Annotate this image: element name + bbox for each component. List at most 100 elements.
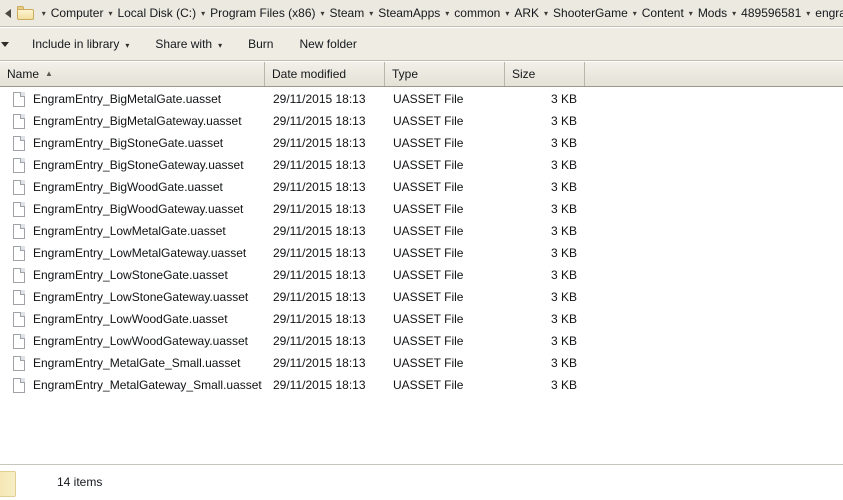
breadcrumb-separator-icon[interactable]: ▾ xyxy=(542,7,550,21)
breadcrumb-separator-icon[interactable]: ▾ xyxy=(730,7,738,21)
breadcrumb-separator-icon[interactable]: ▾ xyxy=(503,7,511,21)
breadcrumb-separator-icon[interactable]: ▾ xyxy=(106,7,114,21)
file-name-cell[interactable]: EngramEntry_MetalGateway_Small.uasset xyxy=(0,377,265,393)
file-name-cell[interactable]: EngramEntry_BigStoneGate.uasset xyxy=(0,135,265,151)
file-size-cell: 3 KB xyxy=(550,224,577,238)
file-type-cell: UASSET File xyxy=(393,180,464,194)
column-header-row: Name ▲ Date modified Type Size xyxy=(0,62,843,87)
column-header-type[interactable]: Type xyxy=(385,62,505,86)
document-file-icon xyxy=(13,245,25,261)
file-name-cell[interactable]: EngramEntry_BigStoneGateway.uasset xyxy=(0,157,265,173)
chevron-down-icon[interactable]: ▾ xyxy=(125,38,129,53)
file-name-label: EngramEntry_BigStoneGate.uasset xyxy=(33,135,224,150)
chevron-left-icon[interactable] xyxy=(2,8,16,18)
file-name-label: EngramEntry_LowMetalGate.uasset xyxy=(33,223,226,238)
breadcrumb-separator-icon[interactable]: ▾ xyxy=(367,7,375,21)
file-size-cell: 3 KB xyxy=(550,158,577,172)
toolbar-button-label: New folder xyxy=(299,36,357,51)
document-file-icon xyxy=(13,333,25,349)
breadcrumb-item-mods[interactable]: Mods xyxy=(695,5,730,21)
breadcrumb-separator-icon[interactable]: ▾ xyxy=(319,7,327,21)
file-type-cell: UASSET File xyxy=(393,202,464,216)
organize-menu-caret-icon[interactable] xyxy=(0,41,13,47)
file-name-cell[interactable]: EngramEntry_LowWoodGateway.uasset xyxy=(0,333,265,349)
toolbar-button-share-with[interactable]: Share with ▾ xyxy=(148,34,229,55)
file-row[interactable]: EngramEntry_BigWoodGateway.uasset 29/11/2… xyxy=(0,198,843,220)
explorer-window: ▾ Computer ▾ Local Disk (C:) ▾ Program Files … xyxy=(0,0,843,500)
breadcrumb-item-shootergame[interactable]: ShooterGame xyxy=(550,5,631,21)
breadcrumb-item-ark[interactable]: ARK xyxy=(511,5,542,21)
file-row[interactable]: EngramEntry_LowStoneGateway.uasset 29/11/… xyxy=(0,286,843,308)
file-name-label: EngramEntry_MetalGateway_Small.uasset xyxy=(33,377,262,392)
breadcrumb-separator-icon[interactable]: ▾ xyxy=(631,7,639,21)
breadcrumb-item-common[interactable]: common xyxy=(451,5,503,21)
column-header-extra[interactable] xyxy=(585,62,843,86)
file-row[interactable]: EngramEntry_BigWoodGate.uasset 29/11/2015… xyxy=(0,176,843,198)
document-file-icon xyxy=(13,157,25,173)
file-size-cell: 3 KB xyxy=(550,246,577,260)
breadcrumb-item-program-files-x86[interactable]: Program Files (x86) xyxy=(207,5,318,21)
file-name-cell[interactable]: EngramEntry_BigMetalGateway.uasset xyxy=(0,113,265,129)
file-date-cell: 29/11/2015 18:13 xyxy=(273,334,366,348)
sort-ascending-icon: ▲ xyxy=(45,68,53,78)
file-list[interactable]: EngramEntry_BigMetalGate.uasset 29/11/201… xyxy=(0,88,843,463)
breadcrumb-item-local-disk-c[interactable]: Local Disk (C:) xyxy=(114,5,199,21)
document-file-icon xyxy=(13,377,25,393)
file-row[interactable]: EngramEntry_BigMetalGate.uasset 29/11/201… xyxy=(0,88,843,110)
column-header-date-modified[interactable]: Date modified xyxy=(265,62,385,86)
file-name-label: EngramEntry_BigStoneGateway.uasset xyxy=(33,157,244,172)
breadcrumb-separator-icon[interactable]: ▾ xyxy=(804,7,812,21)
breadcrumb-item-content[interactable]: Content xyxy=(639,5,687,21)
file-name-cell[interactable]: EngramEntry_LowStoneGate.uasset xyxy=(0,267,265,283)
file-row[interactable]: EngramEntry_MetalGate_Small.uasset 29/11/… xyxy=(0,352,843,374)
document-file-icon xyxy=(13,311,25,327)
file-size-cell: 3 KB xyxy=(550,136,577,150)
file-name-cell[interactable]: EngramEntry_LowMetalGate.uasset xyxy=(0,223,265,239)
document-file-icon xyxy=(13,113,25,129)
breadcrumb-separator-icon[interactable]: ▾ xyxy=(199,7,207,21)
breadcrumb-item-steam[interactable]: Steam xyxy=(327,5,368,21)
file-name-cell[interactable]: EngramEntry_BigWoodGate.uasset xyxy=(0,179,265,195)
document-file-icon xyxy=(13,289,25,305)
file-name-cell[interactable]: EngramEntry_LowStoneGateway.uasset xyxy=(0,289,265,305)
toolbar-button-burn[interactable]: Burn xyxy=(241,34,280,55)
breadcrumb-item-steamapps[interactable]: SteamApps xyxy=(375,5,443,21)
folder-icon xyxy=(0,471,16,497)
item-count-label: 14 items xyxy=(57,475,103,489)
file-row[interactable]: EngramEntry_BigStoneGateway.uasset 29/11/… xyxy=(0,154,843,176)
breadcrumb-item-489596581[interactable]: 489596581 xyxy=(738,5,804,21)
file-type-cell: UASSET File xyxy=(393,312,464,326)
breadcrumb: ▾ Computer ▾ Local Disk (C:) ▾ Program Files … xyxy=(40,5,843,21)
breadcrumb-separator-icon[interactable]: ▾ xyxy=(687,7,695,21)
breadcrumb-item-engram[interactable]: engram xyxy=(812,5,843,21)
file-name-cell[interactable]: EngramEntry_MetalGate_Small.uasset xyxy=(0,355,265,371)
file-row[interactable]: EngramEntry_BigMetalGateway.uasset 29/11/… xyxy=(0,110,843,132)
file-row[interactable]: EngramEntry_LowStoneGate.uasset 29/11/201… xyxy=(0,264,843,286)
file-date-cell: 29/11/2015 18:13 xyxy=(273,378,366,392)
file-row[interactable]: EngramEntry_BigStoneGate.uasset 29/11/201… xyxy=(0,132,843,154)
file-name-label: EngramEntry_BigWoodGate.uasset xyxy=(33,179,223,194)
toolbar-button-label: Include in library xyxy=(32,36,120,51)
file-row[interactable]: EngramEntry_LowMetalGate.uasset 29/11/201… xyxy=(0,220,843,242)
file-name-cell[interactable]: EngramEntry_BigWoodGateway.uasset xyxy=(0,201,265,217)
chevron-down-icon[interactable]: ▾ xyxy=(218,38,222,53)
breadcrumb-separator-icon[interactable]: ▾ xyxy=(40,7,48,21)
file-row[interactable]: EngramEntry_LowMetalGateway.uasset 29/11/… xyxy=(0,242,843,264)
file-row[interactable]: EngramEntry_LowWoodGate.uasset 29/11/2015… xyxy=(0,308,843,330)
file-name-cell[interactable]: EngramEntry_BigMetalGate.uasset xyxy=(0,91,265,107)
file-name-cell[interactable]: EngramEntry_LowWoodGate.uasset xyxy=(0,311,265,327)
document-file-icon xyxy=(13,355,25,371)
file-size-cell: 3 KB xyxy=(550,290,577,304)
command-toolbar: Include in library ▾ Share with ▾ Burn New fo… xyxy=(0,28,843,61)
toolbar-button-label: Burn xyxy=(248,36,274,51)
file-row[interactable]: EngramEntry_MetalGateway_Small.uasset 29/… xyxy=(0,374,843,396)
column-header-size[interactable]: Size xyxy=(505,62,585,86)
file-name-cell[interactable]: EngramEntry_LowMetalGateway.uasset xyxy=(0,245,265,261)
column-header-name[interactable]: Name ▲ xyxy=(0,62,265,86)
file-date-cell: 29/11/2015 18:13 xyxy=(273,356,366,370)
toolbar-button-new-folder[interactable]: New folder xyxy=(292,34,363,55)
toolbar-button-include-in-library[interactable]: Include in library ▾ xyxy=(25,34,136,55)
breadcrumb-separator-icon[interactable]: ▾ xyxy=(443,7,451,21)
breadcrumb-item-computer[interactable]: Computer xyxy=(48,5,107,21)
file-row[interactable]: EngramEntry_LowWoodGateway.uasset 29/11/2… xyxy=(0,330,843,352)
